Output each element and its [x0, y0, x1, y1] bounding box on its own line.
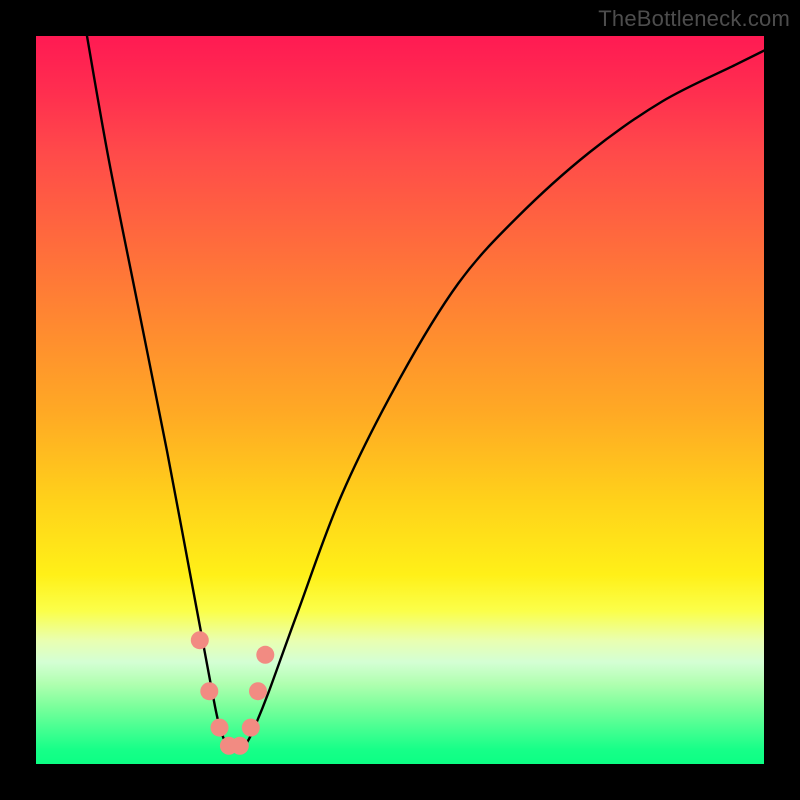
curve-marker [200, 682, 218, 700]
curve-marker [191, 631, 209, 649]
plot-area [36, 36, 764, 764]
curve-svg [36, 36, 764, 764]
curve-marker [242, 719, 260, 737]
curve-marker [231, 737, 249, 755]
watermark-text: TheBottleneck.com [598, 6, 790, 32]
bottleneck-curve [87, 36, 764, 750]
curve-marker [256, 646, 274, 664]
curve-marker [249, 682, 267, 700]
curve-marker [211, 719, 229, 737]
chart-stage: TheBottleneck.com [0, 0, 800, 800]
